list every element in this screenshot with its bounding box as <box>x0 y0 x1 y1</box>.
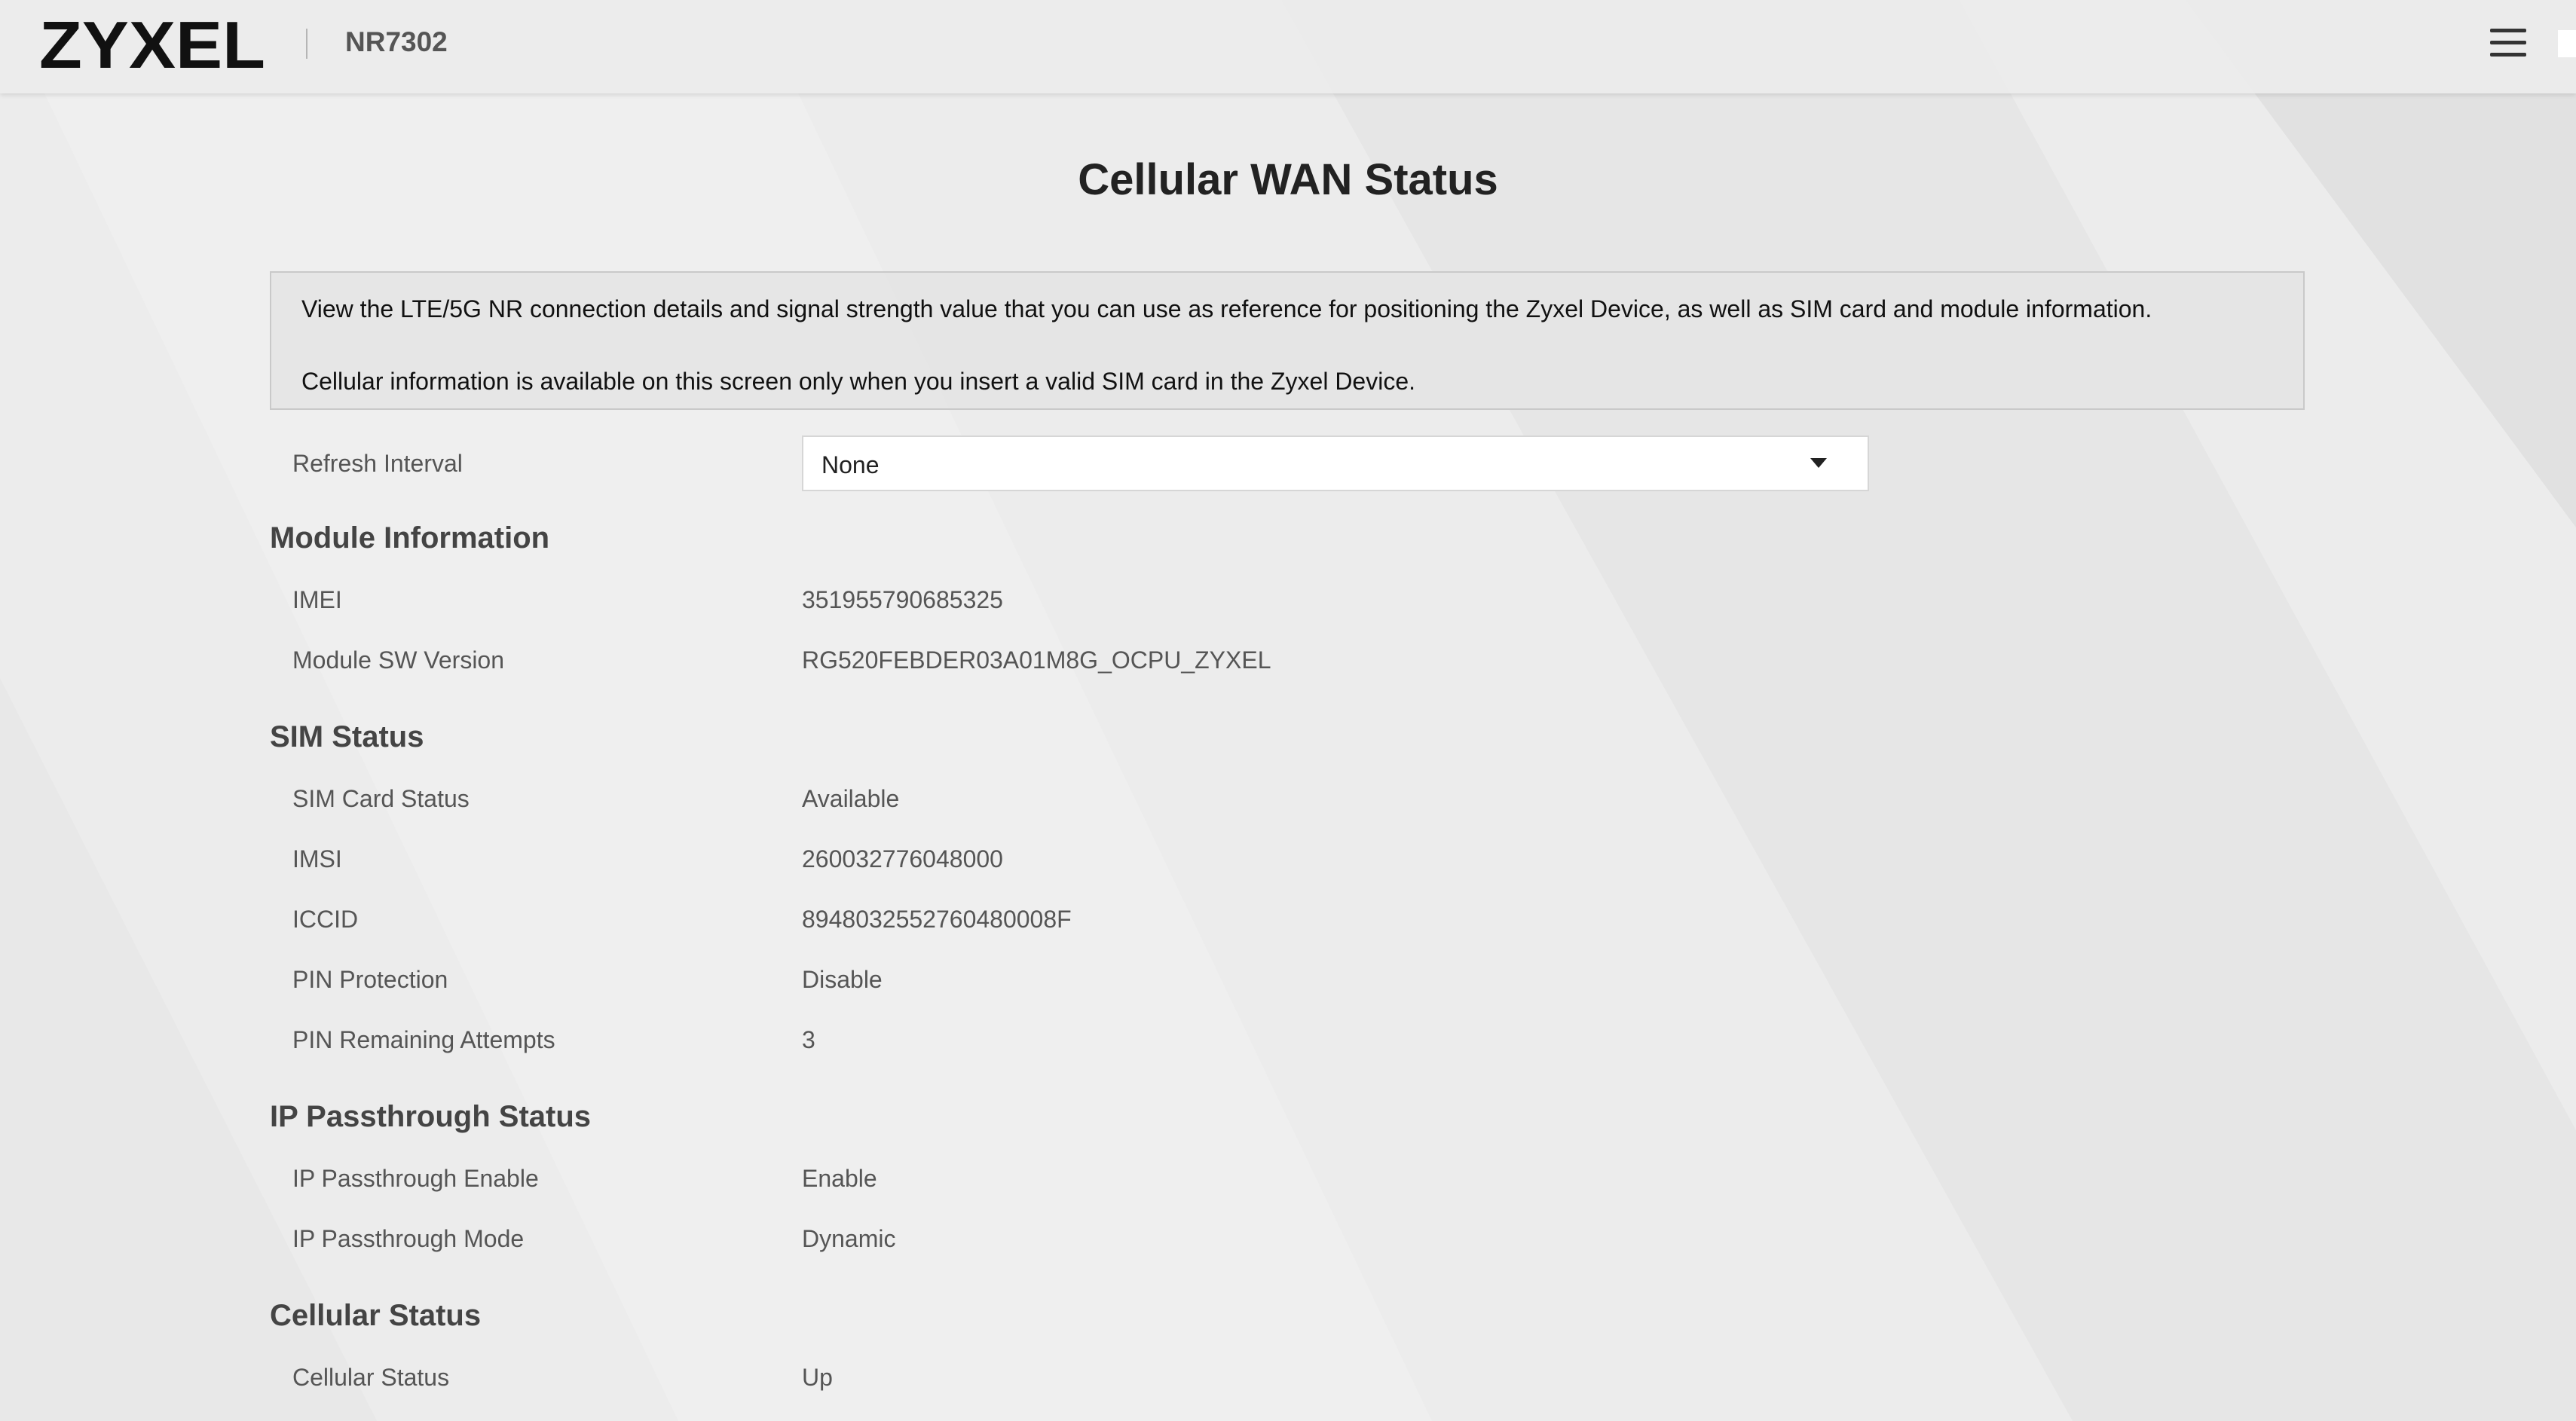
row-value-pin-protection: Disable <box>802 966 883 993</box>
main-content: Cellular WAN Status View the LTE/5G NR c… <box>0 93 2576 1421</box>
row-label-ip-passthrough-mode: IP Passthrough Mode <box>292 1225 525 1252</box>
row-value-ip-passthrough-enable: Enable <box>802 1165 877 1192</box>
info-box: View the LTE/5G NR connection details an… <box>270 271 2305 410</box>
refresh-interval-value: None <box>821 451 880 478</box>
hamburger-menu-icon[interactable] <box>2487 26 2529 62</box>
section-title-sim: SIM Status <box>270 720 424 753</box>
menu-bar <box>2490 41 2526 44</box>
refresh-interval-label: Refresh Interval <box>292 450 463 477</box>
menu-bar <box>2490 29 2526 32</box>
row-value-imei: 351955790685325 <box>802 586 1003 613</box>
info-line: Cellular information is available on thi… <box>301 368 1416 395</box>
row-label-ip-passthrough-enable: IP Passthrough Enable <box>292 1165 539 1192</box>
page-title: Cellular WAN Status <box>1078 155 1498 204</box>
row-label-iccid: ICCID <box>292 906 359 933</box>
brand-text: ZYXEL <box>39 12 265 80</box>
refresh-interval-select[interactable]: None <box>802 435 1869 491</box>
row-label-imei: IMEI <box>292 586 342 613</box>
row-label-imsi: IMSI <box>292 845 342 872</box>
row-value-module-sw-version: RG520FEBDER03A01M8G_OCPU_ZYXEL <box>802 646 1271 674</box>
menu-bar <box>2490 53 2526 57</box>
row-value-pin-remaining-attempts: 3 <box>802 1026 815 1053</box>
row-label-pin-remaining-attempts: PIN Remaining Attempts <box>292 1026 555 1053</box>
device-model: NR7302 <box>345 26 448 57</box>
row-label-module-sw-version: Module SW Version <box>292 646 505 674</box>
row-value-cellular-status: Up <box>802 1364 833 1391</box>
top-header: ZYXEL NR7302 <box>0 0 2576 93</box>
row-value-ip-passthrough-mode: Dynamic <box>802 1225 896 1252</box>
info-line: View the LTE/5G NR connection details an… <box>301 295 2152 322</box>
section-title-ip-passthrough: IP Passthrough Status <box>270 1100 592 1133</box>
row-value-iccid: 8948032552760480008F <box>802 906 1072 933</box>
edge-tab[interactable] <box>2558 30 2576 57</box>
section-title-module: Module Information <box>270 521 550 555</box>
row-label-pin-protection: PIN Protection <box>292 966 448 993</box>
zyxel-logo: ZYXEL <box>39 12 265 80</box>
row-label-cellular-status: Cellular Status <box>292 1364 450 1391</box>
row-value-imsi: 260032776048000 <box>802 845 1003 872</box>
row-value-sim-card-status: Available <box>802 785 900 812</box>
caret-down-icon <box>1810 458 1827 468</box>
header-divider <box>306 29 307 59</box>
row-label-sim-card-status: SIM Card Status <box>292 785 470 812</box>
section-title-cellular: Cellular Status <box>270 1299 482 1332</box>
